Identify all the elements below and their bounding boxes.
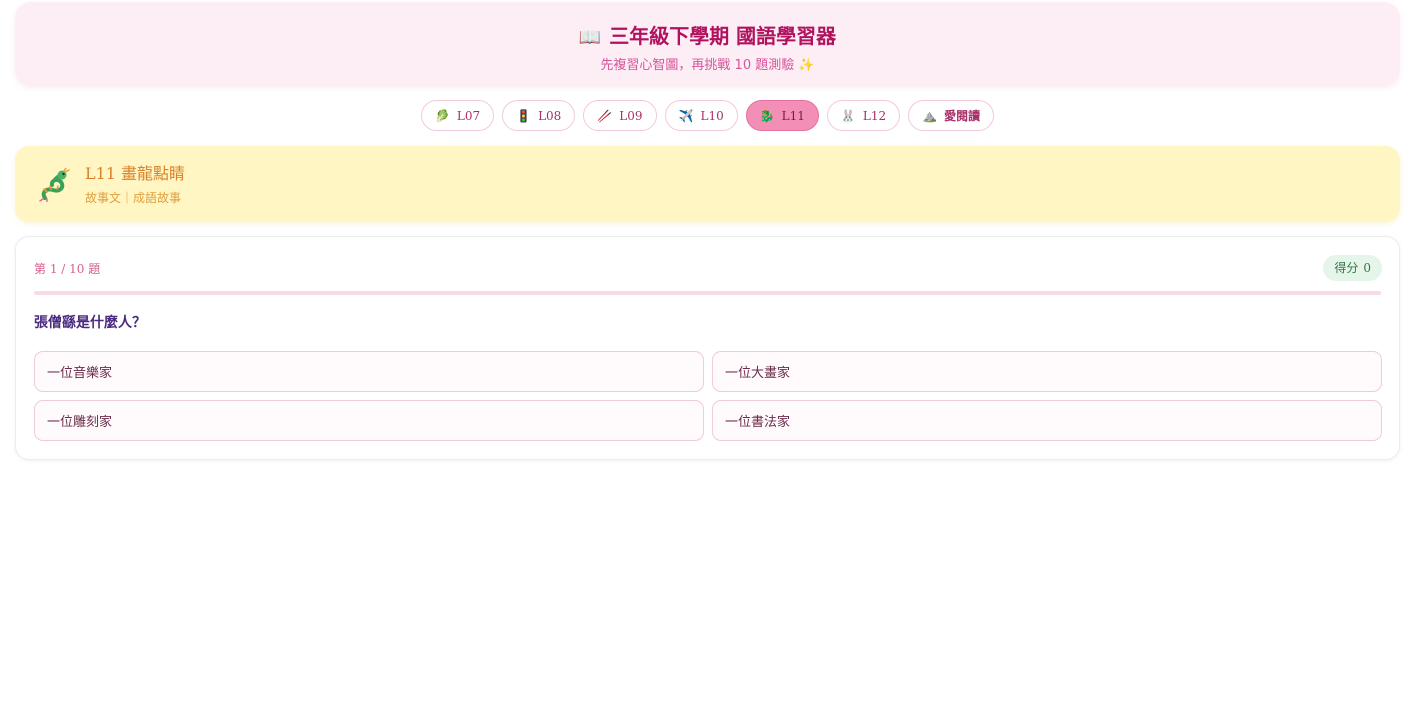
quiz-card: 第 1 / 10 題 得分 0 張僧繇是什麼人？ 一位音樂家 一位大畫家 一位雕… bbox=[15, 236, 1400, 460]
tab-label: L07 bbox=[456, 108, 481, 123]
lesson-name: 畫龍點睛 bbox=[120, 164, 185, 183]
score-badge: 得分 0 bbox=[1323, 255, 1382, 281]
answer-option-2[interactable]: 一位大畫家 bbox=[712, 351, 1382, 392]
tab-l10[interactable]: ✈️ L10 bbox=[664, 100, 738, 131]
dragon-icon bbox=[39, 168, 70, 202]
tab-label: 愛閱讀 bbox=[944, 109, 981, 123]
score-label: 得分 bbox=[1334, 261, 1359, 275]
score-value: 0 bbox=[1363, 261, 1371, 275]
lesson-code: L11 bbox=[85, 164, 116, 183]
quiz-progress-bar bbox=[34, 291, 1381, 295]
app-title-text: 三年級下學期 國語學習器 bbox=[609, 24, 837, 48]
tab-love-reading[interactable]: ⛰️ 愛閱讀 bbox=[908, 100, 995, 131]
open-book-icon: 📖 bbox=[578, 27, 602, 48]
lesson-title: L11 畫龍點睛 bbox=[85, 163, 185, 185]
tab-l11[interactable]: 🐉 L11 bbox=[745, 100, 819, 131]
tab-label: L11 bbox=[781, 108, 805, 123]
tab-label: L08 bbox=[538, 108, 562, 123]
mountain-icon: ⛰️ bbox=[922, 108, 938, 123]
traffic-light-icon: 🚦 bbox=[516, 108, 532, 123]
answer-options: 一位音樂家 一位大畫家 一位雕刻家 一位書法家 bbox=[34, 351, 1382, 441]
chopsticks-icon: 🥢 bbox=[597, 108, 613, 123]
tab-l12[interactable]: 🐰 L12 bbox=[826, 100, 901, 131]
tab-label: L12 bbox=[862, 108, 887, 123]
tab-l09[interactable]: 🥢 L09 bbox=[583, 100, 657, 131]
tab-label: L09 bbox=[619, 108, 643, 123]
tab-label: L10 bbox=[700, 108, 724, 123]
app-subtitle: 先複習心智圖，再挑戰 10 題測驗 ✨ bbox=[15, 56, 1400, 76]
answer-option-4[interactable]: 一位書法家 bbox=[712, 400, 1382, 441]
sparkles-icon: ✨ bbox=[798, 58, 815, 73]
question-text: 張僧繇是什麼人？ bbox=[34, 315, 146, 331]
answer-option-3[interactable]: 一位雕刻家 bbox=[34, 400, 704, 441]
app-page: 📖 三年級下學期 國語學習器 先複習心智圖，再挑戰 10 題測驗 ✨ 🥬 L07 … bbox=[0, 0, 1415, 716]
answer-option-1[interactable]: 一位音樂家 bbox=[34, 351, 704, 392]
lesson-card: L11 畫龍點睛 故事文｜成語故事 bbox=[15, 146, 1400, 222]
leaf-icon: 🥬 bbox=[434, 108, 450, 123]
tab-l07[interactable]: 🥬 L07 bbox=[420, 100, 495, 131]
airplane-icon: ✈️ bbox=[678, 108, 694, 123]
lesson-tabs: 🥬 L07 🚦 L08 🥢 L09 ✈️ L10 🐉 L11 🐰 L12 ⛰️ … bbox=[0, 100, 1415, 133]
tab-l08[interactable]: 🚦 L08 bbox=[502, 100, 576, 131]
question-counter: 第 1 / 10 題 bbox=[34, 262, 101, 276]
lesson-meta: 故事文｜成語故事 bbox=[85, 191, 182, 205]
app-title: 📖 三年級下學期 國語學習器 bbox=[15, 22, 1400, 52]
app-header: 📖 三年級下學期 國語學習器 先複習心智圖，再挑戰 10 題測驗 ✨ bbox=[15, 2, 1400, 86]
app-subtitle-text: 先複習心智圖，再挑戰 10 題測驗 bbox=[600, 58, 795, 73]
rabbit-icon: 🐰 bbox=[840, 108, 856, 123]
dragon-icon: 🐉 bbox=[759, 108, 775, 123]
